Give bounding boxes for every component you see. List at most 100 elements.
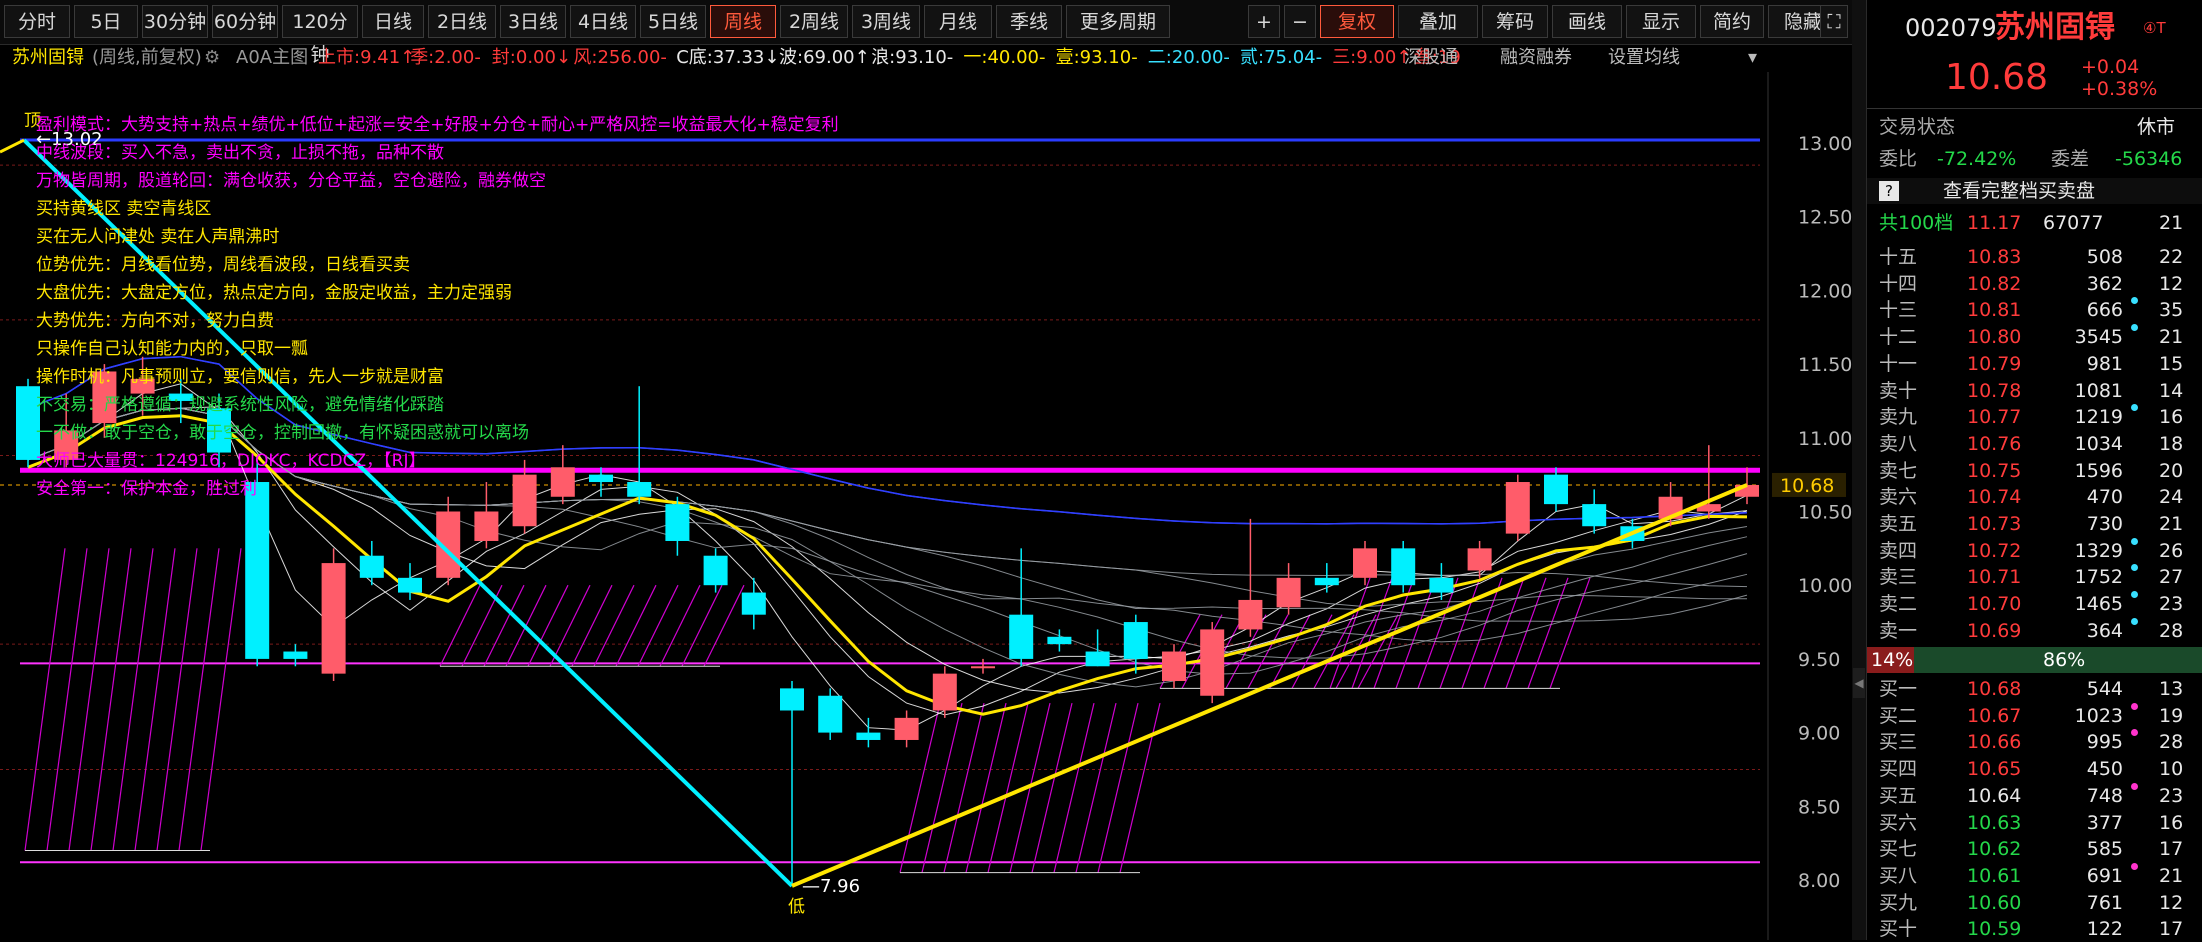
sell-level-row[interactable]: 十五 10.83 508 22 xyxy=(1867,244,2202,270)
strategy-note-4: 买在无人问津处 卖在人声鼎沸时 xyxy=(36,227,279,247)
level-count: 13 xyxy=(2159,678,2184,700)
sell-level-row[interactable]: 十一 10.79 981 15 xyxy=(1867,351,2202,377)
level-count: 28 xyxy=(2159,619,2184,642)
period-tab-1[interactable]: 5日 xyxy=(74,5,138,38)
level-label: 卖三 xyxy=(1879,566,1918,589)
buy-level-row[interactable]: 买三 10.66 995 28 xyxy=(1867,729,2202,755)
full-book-row[interactable]: ? 查看完整档买卖盘 xyxy=(1867,178,2202,204)
toolbar-action-7[interactable]: 简约 xyxy=(1700,5,1764,38)
toolbar-action-5[interactable]: 画线 xyxy=(1552,5,1622,38)
help-icon[interactable]: ? xyxy=(1879,181,1899,201)
strategy-note-2: 万物皆周期，股道轮回：满仓收获，分仓平益，空仓避险，融券做空 xyxy=(36,171,546,191)
period-tab-0[interactable]: 分时 xyxy=(4,5,70,38)
level-label: 十二 xyxy=(1879,326,1918,349)
level-vol: 585 xyxy=(2086,838,2123,861)
toolbar-action-3[interactable]: 叠加 xyxy=(1398,5,1478,38)
period-tab-10[interactable]: 周线 xyxy=(710,5,776,38)
sell-level-row[interactable]: 卖十 10.78 1081 14 xyxy=(1867,378,2202,404)
fullscreen-icon[interactable]: ⛶ xyxy=(1820,5,1848,38)
link-shengutong[interactable]: 深股通 xyxy=(1404,44,1458,72)
buy-level-row[interactable]: 买一 10.68 544 13 xyxy=(1867,676,2202,702)
toolbar-action-2[interactable]: 复权 xyxy=(1320,5,1394,38)
buy-level-row[interactable]: 买十 10.59 122 17 xyxy=(1867,916,2202,942)
hatch-stroke xyxy=(1119,702,1161,873)
toolbar-action-6[interactable]: 显示 xyxy=(1626,5,1696,38)
buy-level-row[interactable]: 买二 10.67 1023 19 xyxy=(1867,702,2202,729)
y-tick-label: 10.00 xyxy=(1798,575,1852,597)
period-tab-7[interactable]: 3日线 xyxy=(500,5,566,38)
level-count: 10 xyxy=(2159,758,2184,781)
sell-level-row[interactable]: 卖三 10.71 1752 27 xyxy=(1867,564,2202,590)
sell-level-row[interactable]: 十二 10.80 3545 21 xyxy=(1867,324,2202,350)
full-book-link[interactable]: 查看完整档买卖盘 xyxy=(1943,178,2095,204)
gear-icon[interactable]: ⚙ xyxy=(204,44,220,72)
indicator-value-9: 二:20.00- xyxy=(1147,47,1230,68)
hatch-stroke xyxy=(1549,577,1591,689)
sell-level-row[interactable]: 卖七 10.75 1596 20 xyxy=(1867,458,2202,484)
indicator-value-10: 贰:75.04- xyxy=(1240,47,1323,68)
level-count: 19 xyxy=(2159,704,2184,727)
period-tab-9[interactable]: 5日线 xyxy=(640,5,706,38)
sell-level-row[interactable]: 卖六 10.74 470 24 xyxy=(1867,484,2202,510)
period-tab-4[interactable]: 120分钟 xyxy=(282,5,358,66)
level-label: 卖一 xyxy=(1879,619,1918,642)
sell-level-row[interactable]: 十四 10.82 362 12 xyxy=(1867,271,2202,297)
buy-level-row[interactable]: 买七 10.62 585 17 xyxy=(1867,836,2202,862)
order-ratio-row: 委比 -72.42% 委差 -56346 xyxy=(1867,146,2202,172)
toolbar-action-4[interactable]: 筹码 xyxy=(1482,5,1548,38)
period-tab-3[interactable]: 60分钟 xyxy=(212,5,278,38)
buy-level-row[interactable]: 买四 10.65 450 10 xyxy=(1867,756,2202,782)
collapse-arrow-icon[interactable]: ◀ xyxy=(1853,668,1865,698)
period-tab-11[interactable]: 2周线 xyxy=(780,5,848,38)
main-formula[interactable]: A0A主图 xyxy=(236,44,308,72)
level-vol: 666 xyxy=(2086,299,2123,322)
period-tab-8[interactable]: 4日线 xyxy=(570,5,636,38)
side-panel-toggle[interactable]: ◀ xyxy=(1852,0,1866,940)
link-ma-settings[interactable]: 设置均线 xyxy=(1608,44,1680,72)
sell-level-row[interactable]: 卖九 10.77 1219 16 xyxy=(1867,404,2202,430)
level-price: 10.68 xyxy=(1967,678,2022,700)
kline-chart[interactable]: 13.00 12.50 12.00 11.50 11.00 10.50 10.00 9.50 9… xyxy=(0,72,1852,940)
level-vol: 1034 xyxy=(2074,432,2123,455)
level-count: 17 xyxy=(2159,918,2184,941)
level-label: 十四 xyxy=(1879,272,1918,295)
sell-level-row[interactable]: 卖二 10.70 1465 23 xyxy=(1867,591,2202,617)
level-vol: 122 xyxy=(2086,918,2123,941)
period-tab-13[interactable]: 月线 xyxy=(924,5,992,38)
link-rongzi[interactable]: 融资融券 xyxy=(1500,44,1572,72)
sell-level-row[interactable]: 卖一 10.69 364 28 xyxy=(1867,617,2202,644)
period-tab-15[interactable]: 更多周期 xyxy=(1066,5,1170,38)
period-tab-2[interactable]: 30分钟 xyxy=(142,5,208,38)
hatch-stroke xyxy=(46,548,88,851)
weicha-label: 委差 xyxy=(2051,148,2090,170)
period-tab-14[interactable]: 季线 xyxy=(996,5,1062,38)
sell-level-row[interactable]: 卖四 10.72 1329 26 xyxy=(1867,537,2202,564)
level-label: 买一 xyxy=(1879,678,1918,700)
sell-level-row[interactable]: 卖八 10.76 1034 18 xyxy=(1867,431,2202,457)
level-count: 16 xyxy=(2159,811,2184,834)
buy-level-row[interactable]: 买五 10.64 748 23 xyxy=(1867,782,2202,809)
buy-level-row[interactable]: 买六 10.63 377 16 xyxy=(1867,810,2202,836)
candle-body xyxy=(741,592,766,615)
toolbar-action-0[interactable]: + xyxy=(1248,5,1280,38)
sell-level-row[interactable]: 卖五 10.73 730 21 xyxy=(1867,511,2202,537)
level-vol: 1219 xyxy=(2074,406,2123,429)
hatch-stroke xyxy=(681,584,723,667)
hatch-stroke xyxy=(483,584,525,667)
period-tab-5[interactable]: 日线 xyxy=(362,5,424,38)
period-tab-6[interactable]: 2日线 xyxy=(428,5,496,38)
hatch-stroke xyxy=(200,548,242,851)
candle-body xyxy=(627,482,652,497)
bottom-marker: 低 xyxy=(788,897,805,917)
sell-level-row[interactable]: 十三 10.81 666 35 xyxy=(1867,297,2202,323)
order-dot-icon xyxy=(2131,537,2138,545)
hatch-stroke xyxy=(1031,702,1073,873)
candle-body xyxy=(971,666,995,669)
buy-level-row[interactable]: 买八 10.61 691 21 xyxy=(1867,862,2202,889)
chevron-down-icon[interactable]: ▾ xyxy=(1748,44,1757,72)
buy-level-row[interactable]: 买九 10.60 761 12 xyxy=(1867,890,2202,916)
candle-body xyxy=(1391,548,1416,586)
toolbar-action-1[interactable]: − xyxy=(1284,5,1316,38)
period-tab-12[interactable]: 3周线 xyxy=(852,5,920,38)
order-dot-icon xyxy=(2131,404,2138,412)
